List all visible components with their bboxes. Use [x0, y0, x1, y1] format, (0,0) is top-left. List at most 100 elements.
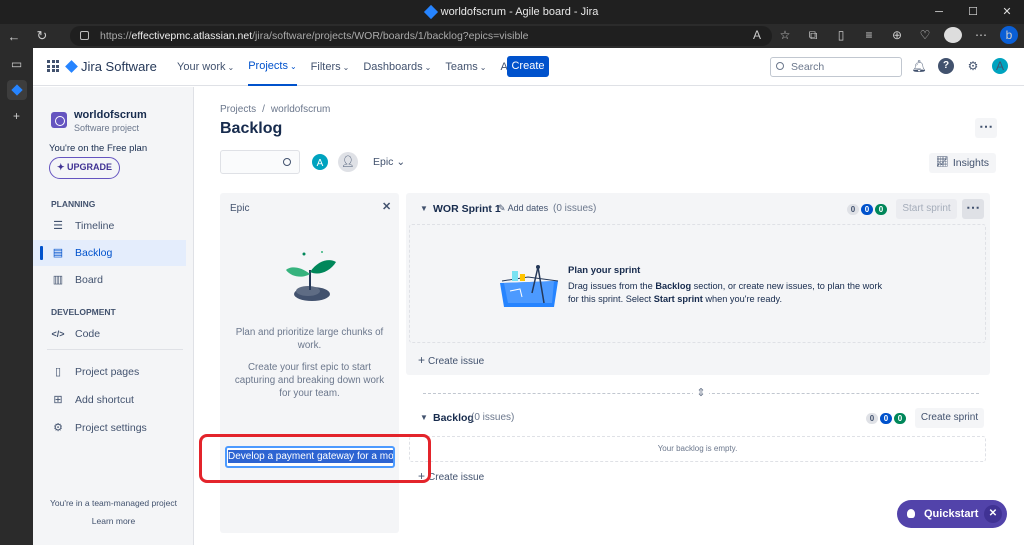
start-sprint-button[interactable]: Start sprint: [896, 199, 957, 219]
browser-profile-avatar[interactable]: [944, 27, 962, 43]
backlog-icon: ▤: [52, 247, 64, 259]
url-path: /jira/software/projects/WOR/boards/1/bac…: [252, 30, 529, 42]
plan-text: You're on the Free plan: [49, 143, 148, 154]
insights-button[interactable]: 📈︎ Insights: [929, 153, 996, 173]
upgrade-button[interactable]: ✦ UPGRADE: [49, 157, 120, 179]
breadcrumb-projects[interactable]: Projects: [220, 104, 256, 115]
pencil-icon: ✎: [498, 203, 506, 213]
epic-filter-dropdown[interactable]: Epic ⌄: [373, 156, 405, 168]
back-icon[interactable]: ←: [0, 29, 28, 44]
create-button[interactable]: Create: [507, 56, 549, 77]
sprint-create-issue-button[interactable]: + Create issue: [418, 353, 484, 367]
backlog-empty-state: Your backlog is empty.: [409, 436, 986, 462]
plan-sprint-title: Plan your sprint: [568, 265, 641, 276]
in-progress-count-badge: 0: [861, 204, 873, 215]
sprint-more-button[interactable]: ⋯: [962, 199, 984, 219]
search-input[interactable]: Search: [770, 57, 902, 77]
browser-essentials-icon[interactable]: ♡: [916, 28, 934, 42]
help-icon[interactable]: ?: [938, 58, 954, 74]
plan-sprint-text: Drag issues from the Backlog section, or…: [568, 281, 883, 304]
sidebar-item-timeline[interactable]: ☰ Timeline: [33, 213, 186, 239]
chevron-down-icon: ⌄: [342, 63, 350, 72]
settings-gear-icon[interactable]: ⚙: [965, 58, 981, 74]
sidebar-item-code[interactable]: </> Code: [33, 321, 186, 347]
close-quickstart-icon[interactable]: ✕: [984, 505, 1002, 523]
nav-projects[interactable]: Projects ⌄: [248, 48, 297, 86]
chevron-down-icon: ⌄: [424, 63, 432, 72]
notifications-icon[interactable]: 🔔︎: [911, 58, 927, 74]
user-avatar[interactable]: A: [992, 58, 1008, 74]
add-shortcut-icon: ⊞: [53, 394, 63, 406]
close-icon[interactable]: ✕: [382, 200, 391, 213]
read-aloud-icon[interactable]: A: [748, 28, 766, 42]
collections-icon[interactable]: ⊕: [888, 28, 906, 42]
done-count-badge: 0: [894, 413, 906, 424]
nav-items: Your work ⌄ Projects ⌄ Filters ⌄ Dashboards…: [177, 48, 534, 86]
code-icon: </>: [51, 329, 65, 339]
tab-title: worldofscrum - Agile board - Jira: [440, 6, 599, 18]
epic-description: Plan and prioritize large chunks of work…: [235, 327, 384, 351]
chevron-down-icon[interactable]: ▼: [420, 413, 428, 422]
team-managed-text: You're in a team-managed project: [50, 498, 177, 508]
nav-teams[interactable]: Teams ⌄: [445, 48, 486, 86]
highlight-annotation: [199, 434, 431, 483]
chevron-down-icon: ⌄: [396, 156, 406, 168]
sprint-panel: ▼ WOR Sprint 1 ✎ Add dates (0 issues) 0 …: [406, 193, 990, 375]
favorite-icon[interactable]: ☆: [776, 28, 794, 42]
learn-more-link[interactable]: Learn more: [33, 516, 194, 526]
browser-title-bar: worldofscrum - Agile board - Jira ─ ☐ ✕: [0, 0, 1024, 24]
close-window-icon[interactable]: ✕: [990, 0, 1024, 24]
sidebar-item-project-settings[interactable]: ⚙ Project settings: [33, 415, 186, 441]
refresh-icon[interactable]: ↻: [28, 28, 56, 44]
sidebar-item-add-shortcut[interactable]: ⊞ Add shortcut: [33, 387, 186, 413]
sidebar-item-project-pages[interactable]: ▯ Project pages: [33, 359, 186, 385]
url-host: effectivepmc.atlassian.net: [131, 30, 253, 42]
sprint-status-counts: 0 0 0: [847, 204, 887, 215]
sparkle-icon: ✦: [56, 162, 68, 172]
favorites-icon[interactable]: ≡: [860, 28, 878, 42]
quickstart-button[interactable]: Quickstart ✕: [897, 500, 1007, 528]
extensions-icon[interactable]: ⧉: [804, 28, 822, 43]
search-icon: [283, 158, 291, 166]
chevron-down-icon: ⌄: [479, 63, 487, 72]
sidebar-item-board[interactable]: ▥ Board: [33, 267, 186, 293]
nav-dashboards[interactable]: Dashboards ⌄: [363, 48, 431, 86]
resize-handle-icon[interactable]: ⇕: [693, 385, 709, 401]
address-bar[interactable]: https://effectivepmc.atlassian.net/jira/…: [70, 26, 772, 46]
planning-header: PLANNING: [51, 199, 96, 209]
sprint-issue-count: (0 issues): [553, 203, 597, 214]
create-sprint-button[interactable]: Create sprint: [915, 408, 984, 428]
settings-icon: ⚙: [53, 422, 63, 434]
lightbulb-icon: [907, 509, 915, 518]
nav-filters[interactable]: Filters ⌄: [311, 48, 350, 86]
nav-your-work[interactable]: Your work ⌄: [177, 48, 234, 86]
new-tab-icon[interactable]: +: [7, 106, 27, 126]
copilot-icon[interactable]: b: [1000, 26, 1018, 44]
minimize-icon[interactable]: ─: [922, 0, 956, 24]
pages-icon: ▯: [54, 366, 62, 378]
browser-menu-icon[interactable]: ⋯: [972, 28, 990, 42]
backlog-name: Backlog: [433, 412, 474, 424]
in-progress-count-badge: 0: [880, 413, 892, 424]
project-avatar: [51, 112, 67, 128]
maximize-icon[interactable]: ☐: [956, 0, 990, 24]
sprint-drop-zone[interactable]: Plan your sprint Drag issues from the Ba…: [409, 224, 986, 343]
breadcrumb-project[interactable]: worldofscrum: [271, 104, 330, 115]
backlog-issue-count: (0 issues): [471, 412, 515, 423]
assignee-avatar[interactable]: A: [310, 152, 330, 172]
add-dates-button[interactable]: ✎ Add dates: [498, 203, 548, 214]
more-actions-button[interactable]: ⋯: [975, 118, 997, 138]
chart-icon: 📈︎: [936, 157, 949, 168]
add-people-icon[interactable]: 👤︎: [338, 152, 358, 172]
tab-actions-icon[interactable]: ▭: [7, 54, 27, 74]
sidebar-item-backlog[interactable]: ▤ Backlog: [33, 240, 186, 266]
sprint-plan-illustration: [500, 265, 559, 307]
jira-tab-icon[interactable]: [6, 80, 27, 100]
app-switcher-icon[interactable]: [47, 60, 59, 72]
chevron-down-icon[interactable]: ▼: [420, 204, 428, 213]
sidebar-divider: [47, 349, 183, 350]
split-screen-icon[interactable]: ▯: [832, 28, 850, 42]
project-type: Software project: [74, 123, 140, 133]
jira-brand[interactable]: Jira Software: [65, 59, 157, 74]
board-search-input[interactable]: [220, 150, 300, 174]
